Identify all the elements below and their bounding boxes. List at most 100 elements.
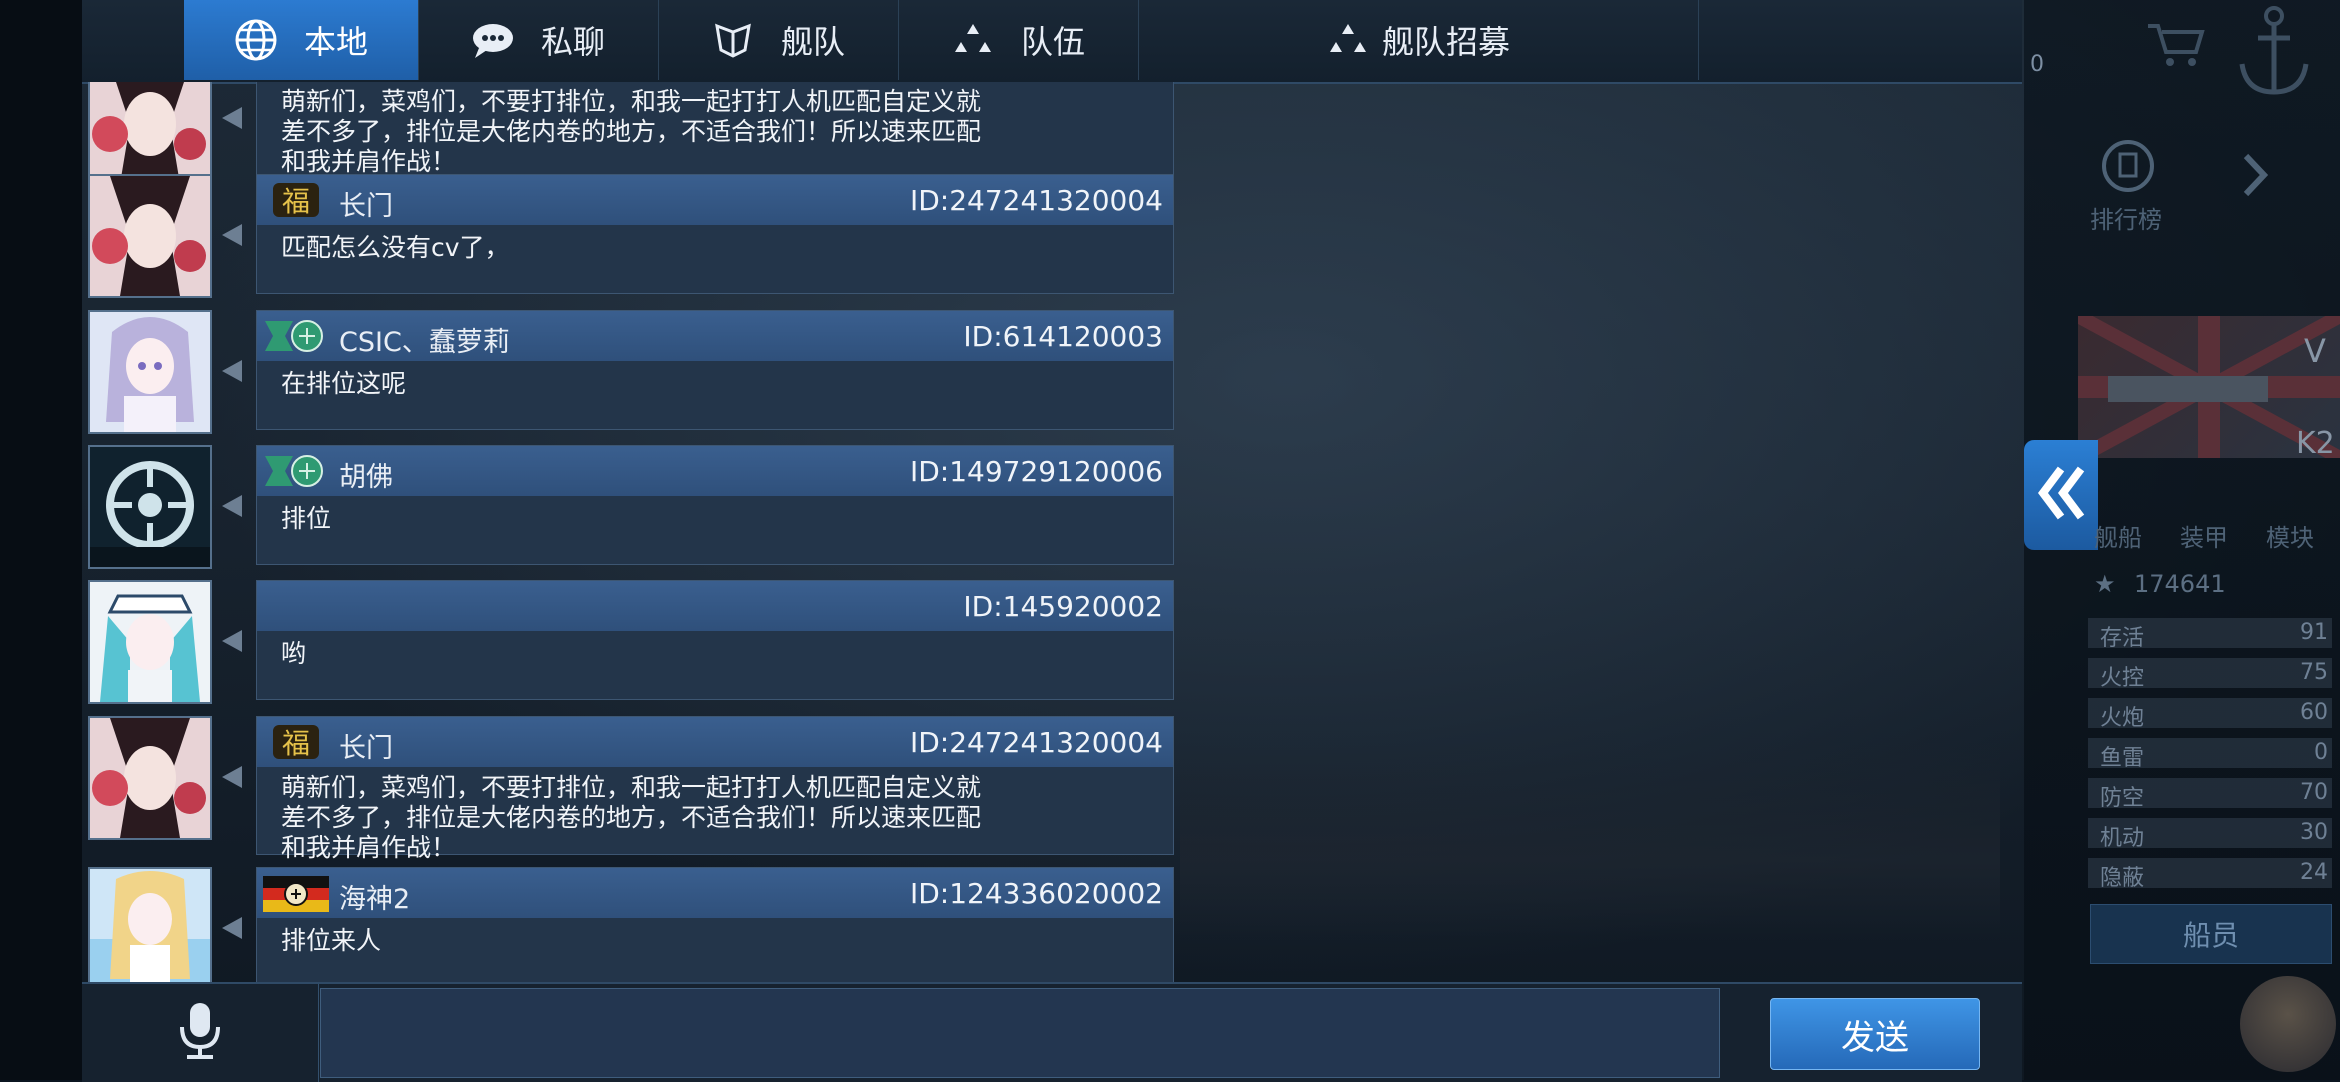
bubble-pointer — [222, 630, 242, 652]
stat-label: 存活 — [2100, 626, 2145, 651]
sender-name: 长门 — [339, 191, 393, 222]
stat-value: 75 — [2300, 660, 2328, 685]
green-emblem-badge-icon — [263, 317, 329, 355]
stat-value: 91 — [2300, 620, 2328, 645]
leaderboard-button[interactable] — [2088, 138, 2168, 198]
message-text: 哟 — [281, 639, 307, 668]
message-input[interactable] — [320, 988, 1720, 1078]
message-text: 在排位这呢 — [281, 369, 407, 398]
sender-id: ID:247241320004 — [909, 726, 1163, 759]
stat-row: 机动 30 — [2088, 818, 2332, 851]
tab-label: 队伍 — [1020, 23, 1085, 61]
avatar[interactable] — [88, 82, 212, 186]
top-count: 0 — [2030, 52, 2044, 77]
stat-value: 70 — [2300, 780, 2328, 805]
tab-local[interactable]: 本地 — [184, 0, 419, 80]
chat-input-bar: 发送 — [82, 982, 2022, 1082]
crew-button[interactable]: 船员 — [2090, 904, 2332, 964]
tab-private-chat[interactable]: 私聊 — [418, 0, 659, 80]
svg-text:福: 福 — [282, 185, 310, 218]
bubble-pointer — [222, 107, 242, 129]
stat-value: 60 — [2300, 700, 2328, 725]
left-edge-strip — [0, 0, 82, 1080]
message-bubble[interactable]: ID:145920002 哟 — [256, 580, 1174, 700]
stat-label: 火炮 — [2100, 706, 2145, 731]
tab-fleet[interactable]: 舰队 — [658, 0, 899, 80]
german-flag-badge-icon — [263, 874, 329, 912]
sender-name: 胡佛 — [339, 462, 393, 493]
globe-icon — [234, 18, 278, 62]
send-button[interactable]: 发送 — [1770, 998, 1980, 1070]
ship-code-label: K2 — [2296, 426, 2335, 461]
stat-row: 防空 70 — [2088, 778, 2332, 811]
svg-text:福: 福 — [282, 727, 310, 760]
avatar[interactable] — [88, 445, 212, 569]
collapse-panel-button[interactable] — [2024, 440, 2098, 550]
message-text: 萌新们，菜鸡们，不要打排位，和我一起打打人机匹配自定义就 差不多了，排位是大佬内… — [281, 87, 982, 176]
avatar[interactable] — [88, 174, 212, 298]
stat-row: 鱼雷 0 — [2088, 738, 2332, 771]
microphone-icon — [177, 1001, 223, 1065]
message-bubble[interactable]: CSIC、蠢萝莉 ID:614120003 在排位这呢 — [256, 310, 1174, 430]
message-header: 福 长门 ID:247241320004 — [257, 175, 1173, 225]
avatar[interactable] — [88, 716, 212, 840]
message-header: ID:145920002 — [257, 581, 1173, 631]
chat-tab-bar: 本地 私聊 舰队 队伍 舰队招募 — [82, 0, 2022, 84]
avatar[interactable] — [88, 867, 212, 982]
anchor-icon[interactable] — [2236, 4, 2312, 104]
star-icon: ★ — [2094, 570, 2116, 598]
bubble-pointer — [222, 360, 242, 382]
message-bubble[interactable]: 萌新们，菜鸡们，不要打排位，和我一起打打人机匹配自定义就 差不多了，排位是大佬内… — [256, 82, 1174, 189]
double-chevron-left-icon — [2035, 463, 2087, 527]
sender-id: ID:145920002 — [963, 590, 1163, 623]
tab-label: 私聊 — [540, 23, 605, 61]
ship-tier-label: V — [2304, 332, 2326, 370]
sender-name: 海神2 — [339, 884, 411, 915]
green-emblem-badge-icon — [263, 452, 329, 490]
tab-fleet-recruit[interactable]: 舰队招募 — [1138, 0, 1699, 80]
chevron-right-icon[interactable] — [2240, 150, 2270, 204]
stat-value: 0 — [2314, 740, 2328, 765]
tab-ships[interactable]: 舰船 — [2094, 518, 2142, 553]
stat-row: 火控 75 — [2088, 658, 2332, 691]
tab-armor[interactable]: 装甲 — [2180, 518, 2228, 553]
tab-label: 本地 — [303, 23, 368, 61]
message-header: 福 长门 ID:247241320004 — [257, 717, 1173, 767]
stat-row: 存活 91 — [2088, 618, 2332, 651]
stat-label: 火控 — [2100, 666, 2145, 691]
shop-cart-icon[interactable] — [2146, 20, 2206, 72]
message-bubble[interactable]: 胡佛 ID:149729120006 排位 — [256, 445, 1174, 565]
bubble-pointer — [222, 917, 242, 939]
stat-row: 隐蔽 24 — [2088, 858, 2332, 891]
captain-avatar[interactable] — [2240, 976, 2336, 1072]
leaderboard-label: 排行榜 — [2090, 206, 2162, 234]
message-text: 排位 — [281, 504, 332, 533]
avatar[interactable] — [88, 580, 212, 704]
sender-id: ID:614120003 — [963, 320, 1163, 353]
message-text: 匹配怎么没有cv了， — [281, 233, 510, 262]
bubble-pointer — [222, 224, 242, 246]
fleet-icon — [711, 18, 755, 62]
message-bubble[interactable]: 福 长门 ID:247241320004 萌新们，菜鸡们，不要打排位，和我一起打… — [256, 716, 1174, 862]
message-text: 排位来人 — [281, 926, 382, 955]
tab-team[interactable]: 队伍 — [898, 0, 1139, 80]
fu-badge-icon: 福 — [263, 181, 329, 219]
fu-badge-icon: 福 — [263, 723, 329, 761]
message-text: 萌新们，菜鸡们，不要打排位，和我一起打打人机匹配自定义就 差不多了，排位是大佬内… — [281, 773, 982, 862]
ship-score: 174641 — [2134, 570, 2226, 598]
avatar[interactable] — [88, 310, 212, 434]
bubble-pointer — [222, 495, 242, 517]
voice-button[interactable] — [82, 984, 319, 1082]
tab-label: 舰队 — [780, 23, 845, 61]
message-bubble[interactable]: 福 长门 ID:247241320004 匹配怎么没有cv了， — [256, 174, 1174, 294]
message-bubble[interactable]: 海神2 ID:124336020002 排位来人 — [256, 867, 1174, 982]
team-icon — [1326, 18, 1370, 62]
sender-name: CSIC、蠢萝莉 — [339, 327, 510, 358]
stat-label: 鱼雷 — [2100, 746, 2145, 771]
tab-modules[interactable]: 模块 — [2266, 518, 2314, 553]
stat-value: 30 — [2300, 820, 2328, 845]
stat-value: 24 — [2300, 860, 2328, 885]
sender-id: ID:149729120006 — [909, 455, 1163, 488]
chat-message-list[interactable]: 萌新们，菜鸡们，不要打排位，和我一起打打人机匹配自定义就 差不多了，排位是大佬内… — [82, 82, 1192, 982]
message-header: 胡佛 ID:149729120006 — [257, 446, 1173, 496]
